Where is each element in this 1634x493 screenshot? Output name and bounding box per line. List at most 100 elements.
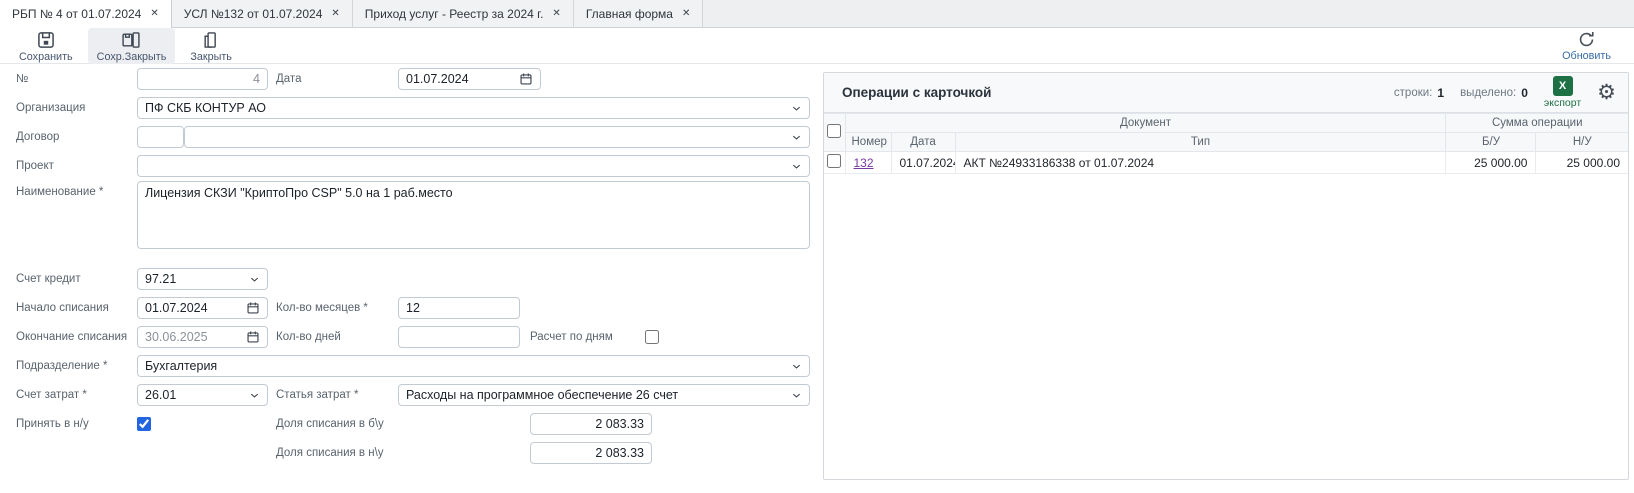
selected-label: выделено: — [1460, 87, 1516, 99]
label-name: Наименование * — [16, 181, 103, 203]
cost-item-select[interactable]: Расходы на программное обеспечение 26 сч… — [398, 384, 810, 406]
excel-icon: X — [1553, 76, 1573, 96]
col-header-number: Номер — [845, 133, 891, 152]
close-icon[interactable]: ✕ — [552, 9, 560, 19]
contract-code-input[interactable] — [137, 126, 184, 148]
save-close-button[interactable]: Сохр.Закрыть — [88, 28, 176, 64]
tab-usl[interactable]: УСЛ №132 от 01.07.2024 ✕ — [172, 0, 353, 27]
refresh-label: Обновить — [1562, 50, 1611, 62]
calendar-icon — [246, 301, 260, 315]
selected-count: выделено: 0 — [1460, 86, 1528, 100]
department-select[interactable]: Бухгалтерия — [137, 355, 810, 377]
toolbar-left-group: Сохранить Сохр.Закрыть Закрыть — [10, 28, 241, 64]
col-header-type: Тип — [955, 133, 1446, 152]
date-value: 01.07.2024 — [406, 72, 469, 86]
close-icon[interactable]: ✕ — [682, 9, 690, 19]
department-value: Бухгалтерия — [145, 359, 217, 373]
start-date-value: 01.07.2024 — [145, 301, 208, 315]
close-icon[interactable]: ✕ — [331, 9, 339, 19]
label-months: Кол-во месяцев * — [276, 297, 368, 319]
group-header-sum: Сумма операции — [1446, 114, 1628, 133]
label-days: Кол-во дней — [276, 326, 341, 348]
chevron-down-icon — [791, 161, 802, 172]
months-input[interactable] — [398, 297, 520, 319]
document-number-cell: 132 — [845, 152, 891, 174]
accept-nu-checkbox[interactable] — [137, 417, 151, 431]
label-calc-by-days: Расчет по дням — [530, 326, 613, 348]
share-bu-input[interactable] — [530, 413, 652, 435]
label-cost-item: Статья затрат * — [276, 384, 358, 406]
share-nu-input[interactable] — [530, 442, 652, 464]
days-input[interactable] — [398, 326, 520, 348]
chevron-down-icon — [791, 390, 802, 401]
document-date-cell: 01.07.2024 — [891, 152, 955, 174]
label-department: Подразделение * — [16, 355, 107, 377]
label-date: Дата — [276, 68, 301, 90]
floppy-door-icon — [121, 30, 141, 50]
date-field[interactable]: 01.07.2024 — [398, 68, 541, 90]
tab-rbp[interactable]: РБП № 4 от 01.07.2024 ✕ — [0, 0, 172, 28]
contract-select[interactable] — [184, 126, 810, 148]
org-select[interactable]: ПФ СКБ КОНТУР АО — [137, 97, 810, 119]
tab-label: РБП № 4 от 01.07.2024 — [12, 7, 141, 21]
label-org: Организация — [16, 97, 85, 119]
table-row[interactable]: 132 01.07.2024 АКТ №24933186338 от 01.07… — [824, 152, 1628, 174]
label-credit-account: Счет кредит — [16, 268, 81, 290]
end-date-value: 30.06.2025 — [145, 330, 208, 344]
calc-by-days-checkbox[interactable] — [645, 330, 659, 344]
save-close-label: Сохр.Закрыть — [97, 51, 167, 63]
tab-prihod-uslug[interactable]: Приход услуг - Реестр за 2024 г. ✕ — [353, 0, 574, 27]
label-no: № — [16, 68, 28, 90]
tab-bar: РБП № 4 от 01.07.2024 ✕ УСЛ №132 от 01.0… — [0, 0, 1634, 28]
rows-value: 1 — [1437, 86, 1444, 100]
operations-table: Документ Сумма операции Номер Дата Тип Б… — [824, 113, 1628, 174]
sum-bu-cell: 25 000.00 — [1446, 152, 1536, 174]
credit-account-select[interactable]: 97.21 — [137, 268, 268, 290]
refresh-button[interactable]: Обновить — [1553, 28, 1620, 63]
document-number-link[interactable]: 132 — [854, 156, 874, 170]
floppy-icon — [36, 30, 56, 50]
chevron-down-icon — [249, 274, 260, 285]
tab-label: УСЛ №132 от 01.07.2024 — [184, 7, 323, 21]
name-textarea[interactable]: Лицензия СКЗИ "КриптоПро CSP" 5.0 на 1 р… — [137, 181, 810, 249]
calendar-icon — [519, 72, 533, 86]
project-select[interactable] — [137, 155, 810, 177]
close-label: Закрыть — [190, 51, 232, 63]
save-button[interactable]: Сохранить — [10, 28, 82, 64]
select-all-checkbox[interactable] — [827, 124, 841, 138]
col-header-nu: Н/У — [1536, 133, 1628, 152]
row-checkbox-cell — [824, 152, 845, 174]
chevron-down-icon — [249, 390, 260, 401]
chevron-down-icon — [791, 103, 802, 114]
panel-header: Операции с карточкой строки: 1 выделено:… — [824, 73, 1628, 113]
col-header-bu: Б/У — [1446, 133, 1536, 152]
no-input[interactable] — [137, 68, 268, 90]
label-contract: Договор — [16, 126, 59, 148]
label-start-date: Начало списания — [16, 297, 109, 319]
cost-account-select[interactable]: 26.01 — [137, 384, 268, 406]
sum-nu-cell: 25 000.00 — [1536, 152, 1628, 174]
row-checkbox[interactable] — [827, 154, 841, 168]
col-header-date: Дата — [891, 133, 955, 152]
select-all-header-cell — [824, 114, 845, 152]
rows-count: строки: 1 — [1394, 86, 1444, 100]
panel-header-right: строки: 1 выделено: 0 X экспорт ⚙ — [1394, 76, 1616, 109]
close-icon[interactable]: ✕ — [150, 9, 158, 19]
chevron-down-icon — [791, 132, 802, 143]
group-header-document: Документ — [845, 114, 1446, 133]
end-date-field[interactable]: 30.06.2025 — [137, 326, 268, 348]
cost-account-value: 26.01 — [145, 388, 176, 402]
close-button[interactable]: Закрыть — [181, 28, 241, 64]
rows-label: строки: — [1394, 87, 1432, 99]
export-excel-button[interactable]: X экспорт — [1544, 76, 1581, 109]
label-share-bu: Доля списания в б\у — [276, 413, 384, 435]
tab-glavnaya-forma[interactable]: Главная форма ✕ — [574, 0, 704, 27]
chevron-down-icon — [791, 361, 802, 372]
start-date-field[interactable]: 01.07.2024 — [137, 297, 268, 319]
door-icon — [201, 30, 221, 50]
refresh-icon — [1577, 30, 1596, 49]
tab-label: Приход услуг - Реестр за 2024 г. — [365, 7, 544, 21]
gear-icon[interactable]: ⚙ — [1597, 82, 1616, 103]
label-end-date: Окончание списания — [16, 326, 127, 348]
credit-account-value: 97.21 — [145, 272, 176, 286]
